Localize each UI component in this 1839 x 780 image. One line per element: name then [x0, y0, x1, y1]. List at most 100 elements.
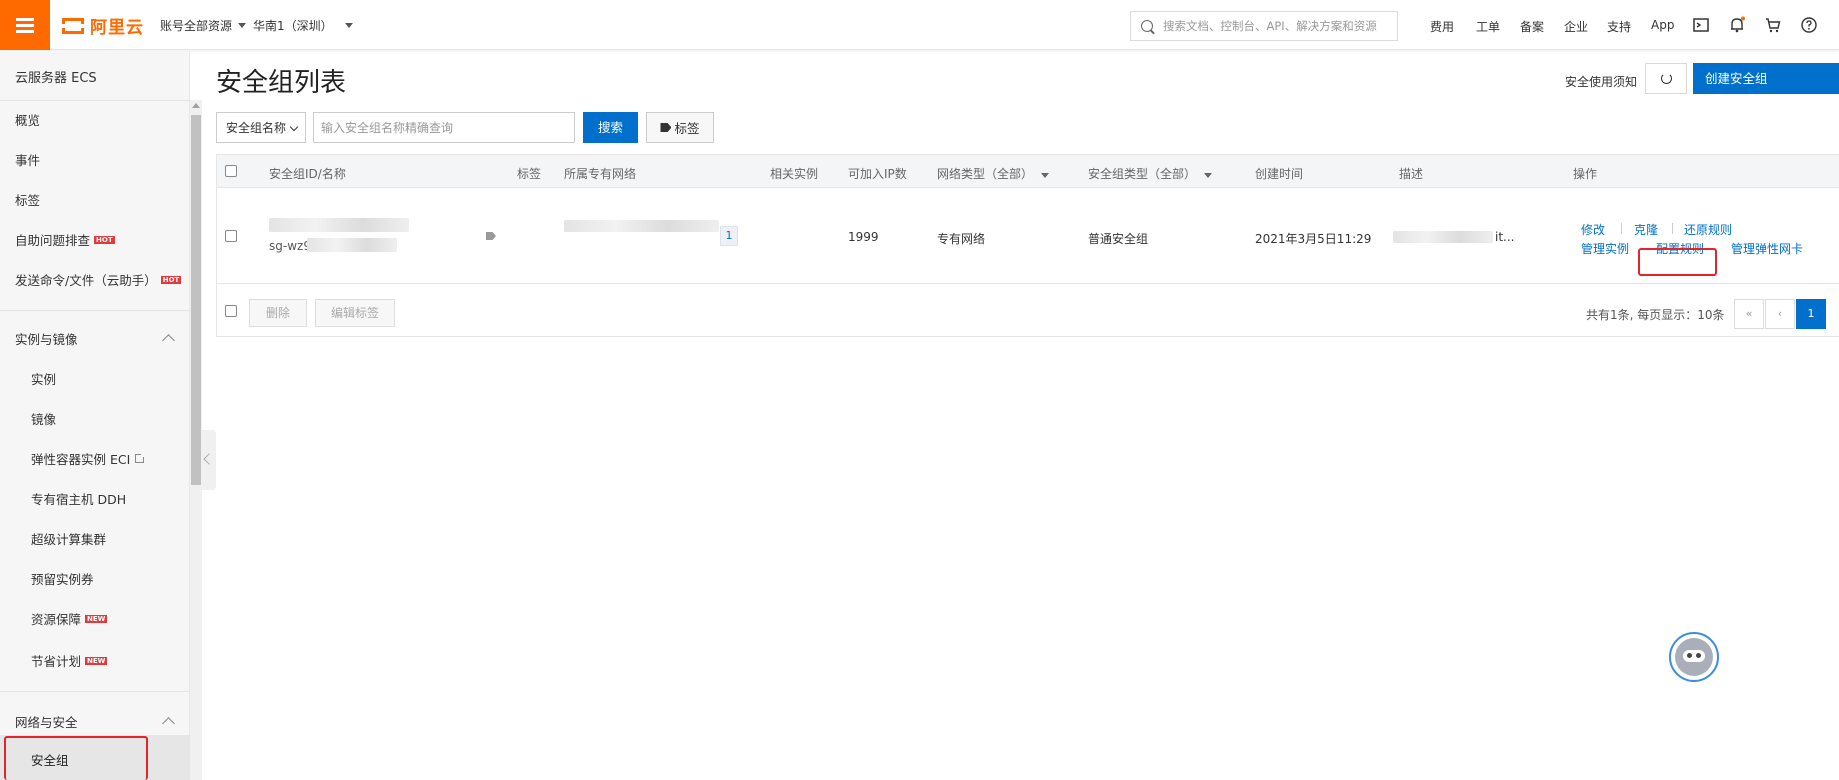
robot-eye	[1687, 653, 1692, 658]
divider	[0, 310, 190, 311]
bell-icon[interactable]	[1728, 16, 1746, 34]
create-security-group-button[interactable]: 创建安全组	[1693, 63, 1839, 94]
redacted-description	[1393, 231, 1493, 243]
help-icon[interactable]	[1800, 16, 1818, 34]
sidebar-item-events[interactable]: 事件	[15, 150, 40, 169]
security-group-name-input[interactable]: 输入安全组名称精确查询	[313, 112, 575, 143]
sidebar-group-network[interactable]: 网络与安全	[15, 712, 78, 731]
chevron-up-icon[interactable]	[162, 334, 175, 347]
sidebar-item-label: 发送命令/文件（云助手）	[15, 273, 157, 288]
redacted-vpc	[564, 220, 719, 232]
clone-link[interactable]: 克隆	[1634, 221, 1658, 238]
filter-select-value: 安全组名称	[226, 121, 287, 135]
sidebar-item-label: 自助问题排查	[15, 233, 91, 248]
footer-select-all-checkbox[interactable]	[225, 305, 237, 317]
select-all-checkbox[interactable]	[225, 165, 237, 177]
tag-filter-label: 标签	[674, 121, 700, 136]
chevron-down-icon	[1041, 173, 1050, 178]
filter-field-select[interactable]: 安全组名称	[216, 112, 306, 143]
sidebar-item-instances[interactable]: 实例	[31, 369, 56, 388]
sidebar-item-images[interactable]: 镜像	[31, 409, 56, 428]
created-time: 2021年3月5日11:29	[1255, 232, 1372, 246]
search-button[interactable]: 搜索	[583, 112, 638, 143]
external-link-icon	[135, 453, 146, 463]
nav-link-tickets[interactable]: 工单	[1476, 18, 1500, 35]
page-1-button[interactable]: 1	[1796, 299, 1826, 329]
security-group-id[interactable]: sg-wz9	[269, 239, 311, 253]
sidebar-title: 云服务器 ECS	[15, 71, 97, 86]
search-icon	[1141, 20, 1153, 32]
nav-link-app[interactable]: App	[1651, 18, 1674, 32]
terminal-icon[interactable]	[1692, 16, 1710, 34]
sidebar-collapse-toggle[interactable]	[202, 430, 216, 490]
description-tail: it...	[1495, 230, 1515, 244]
global-search-input[interactable]: 搜索文档、控制台、API、解决方案和资源	[1130, 11, 1398, 41]
column-header-vpc: 所属专有网络	[564, 167, 637, 181]
new-badge: NEW	[85, 656, 108, 665]
scrollbar-thumb[interactable]	[191, 115, 201, 485]
hot-badge: HOT	[160, 275, 182, 284]
sidebar-item-self-troubleshoot[interactable]: 自助问题排查 HOT	[15, 230, 115, 249]
nav-link-billing[interactable]: 费用	[1430, 18, 1454, 35]
restore-rules-link[interactable]: 还原规则	[1684, 221, 1732, 238]
highlight-box-security-group	[4, 736, 148, 780]
sidebar-scrollbar[interactable]	[190, 100, 202, 780]
menu-icon[interactable]	[0, 0, 50, 50]
column-header-label: 网络类型（全部）	[937, 167, 1034, 181]
cart-icon[interactable]	[1764, 16, 1782, 34]
edit-tags-button[interactable]: 编辑标签	[315, 299, 395, 327]
delete-button[interactable]: 删除	[249, 299, 307, 327]
related-instances-count[interactable]: 1	[720, 226, 738, 246]
column-header-label: 安全组类型（全部）	[1088, 167, 1197, 181]
aliyun-logo[interactable]: 阿里云	[62, 13, 144, 38]
pagination-info: 共有1条, 每页显示：10条	[1586, 308, 1725, 322]
sidebar-item-label: 专有宿主机 DDH	[31, 492, 127, 507]
previous-page-button[interactable]: ‹	[1765, 299, 1795, 329]
sidebar-item-label: 概览	[15, 113, 41, 128]
sidebar-item-reserved-instances[interactable]: 预留实例券	[31, 569, 94, 588]
column-header-ip-count: 可加入IP数	[848, 167, 907, 181]
column-header-description: 描述	[1399, 167, 1424, 181]
column-header-sg-type[interactable]: 安全组类型（全部）	[1088, 165, 1213, 182]
sidebar-item-overview[interactable]: 概览	[15, 110, 40, 129]
sidebar-item-scc[interactable]: 超级计算集群	[31, 529, 106, 548]
sidebar-item-label: 事件	[15, 153, 41, 168]
scroll-up-icon[interactable]	[192, 103, 200, 108]
sidebar-item-ddh[interactable]: 专有宿主机 DDH	[31, 489, 126, 508]
network-type: 专有网络	[937, 232, 986, 246]
tag-filter-button[interactable]: 标签	[646, 112, 714, 143]
tag-icon[interactable]	[486, 232, 496, 240]
highlight-box-configure-rules	[1638, 248, 1717, 276]
nav-link-icp[interactable]: 备案	[1520, 18, 1544, 35]
row-checkbox[interactable]	[225, 230, 237, 242]
sidebar-item-cloud-assistant[interactable]: 发送命令/文件（云助手） HOT	[15, 270, 182, 289]
chevron-down-icon	[1204, 173, 1213, 178]
search-placeholder: 搜索文档、控制台、API、解决方案和资源	[1163, 19, 1377, 33]
modify-link[interactable]: 修改	[1581, 221, 1605, 238]
assistant-robot-icon[interactable]	[1669, 632, 1719, 682]
logo-text: 阿里云	[90, 18, 144, 38]
sidebar-item-eci[interactable]: 弹性容器实例 ECI	[31, 449, 146, 468]
manage-instances-link[interactable]: 管理实例	[1581, 240, 1629, 257]
manage-eni-link[interactable]: 管理弹性网卡	[1731, 240, 1803, 257]
security-group-type: 普通安全组	[1088, 232, 1149, 246]
table-footer: 删除 编辑标签 共有1条, 每页显示：10条 « ‹ 1	[217, 285, 1839, 337]
sidebar-item-tags[interactable]: 标签	[15, 190, 40, 209]
sidebar-item-capacity-reservation[interactable]: 资源保障 NEW	[31, 609, 108, 628]
sidebar-item-savings-plan[interactable]: 节省计划 NEW	[31, 651, 108, 670]
column-header-actions: 操作	[1573, 167, 1598, 181]
redacted-id	[307, 238, 397, 252]
account-scope-dropdown[interactable]: 账号全部资源	[160, 17, 247, 34]
sidebar-group-instances[interactable]: 实例与镜像	[15, 329, 78, 348]
security-notice-link[interactable]: 安全使用须知	[1565, 73, 1637, 90]
chevron-up-icon[interactable]	[162, 717, 175, 730]
sidebar-item-label: 资源保障	[31, 612, 82, 627]
nav-link-enterprise[interactable]: 企业	[1564, 18, 1588, 35]
refresh-button[interactable]	[1645, 63, 1687, 94]
region-dropdown[interactable]: 华南1（深圳）	[253, 17, 353, 34]
column-header-network-type[interactable]: 网络类型（全部）	[937, 165, 1050, 182]
chevron-down-icon	[344, 23, 353, 28]
nav-link-support[interactable]: 支持	[1607, 18, 1631, 35]
chevron-down-icon	[289, 122, 299, 132]
first-page-button[interactable]: «	[1734, 299, 1764, 329]
